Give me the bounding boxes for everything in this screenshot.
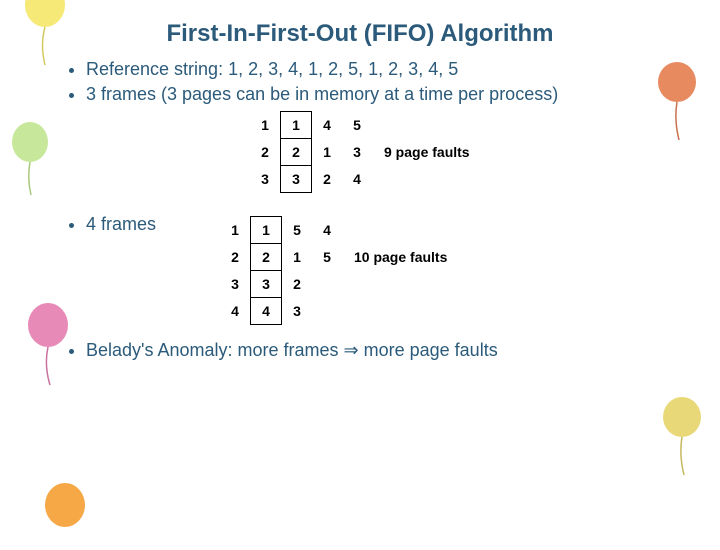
cell: 2 bbox=[251, 243, 282, 270]
page-faults-label: 10 page faults bbox=[342, 243, 448, 270]
cell: 2 bbox=[220, 243, 251, 270]
cell: 5 bbox=[342, 112, 372, 139]
cell: 2 bbox=[250, 139, 281, 166]
cell: 4 bbox=[220, 297, 251, 324]
bullet-reference-string: Reference string: 1, 2, 3, 4, 1, 2, 5, 1… bbox=[86, 58, 670, 81]
cell: 1 bbox=[251, 216, 282, 243]
slide-title: First-In-First-Out (FIFO) Algorithm bbox=[50, 20, 670, 48]
cell: 5 bbox=[282, 216, 313, 243]
cell: 4 bbox=[251, 297, 282, 324]
bullet-belady-anomaly: Belady's Anomaly: more frames ⇒ more pag… bbox=[86, 339, 670, 362]
cell: 3 bbox=[251, 270, 282, 297]
cell: 3 bbox=[282, 297, 313, 324]
cell: 1 bbox=[312, 139, 343, 166]
cell: 4 bbox=[312, 216, 342, 243]
cell: 3 bbox=[281, 166, 312, 193]
bullet-list: 4 frames bbox=[70, 213, 156, 238]
bullet-list: Reference string: 1, 2, 3, 4, 1, 2, 5, 1… bbox=[70, 58, 670, 105]
cell: 2 bbox=[312, 166, 343, 193]
cell bbox=[312, 297, 342, 324]
cell: 3 bbox=[342, 139, 372, 166]
cell: 2 bbox=[282, 270, 313, 297]
page-faults-label: 9 page faults bbox=[372, 139, 471, 166]
bullet-3-frames: 3 frames (3 pages can be in memory at a … bbox=[86, 83, 670, 106]
cell: 1 bbox=[220, 216, 251, 243]
cell: 5 bbox=[312, 243, 342, 270]
cell: 1 bbox=[282, 243, 313, 270]
cell: 1 bbox=[250, 112, 281, 139]
cell: 2 bbox=[281, 139, 312, 166]
cell: 4 bbox=[312, 112, 343, 139]
table-3-frames: 1 1 4 5 2 2 1 3 9 page faults 3 3 2 4 bbox=[250, 111, 670, 193]
table-4-frames: 1 1 5 4 2 2 1 5 10 page faults 3 3 2 bbox=[220, 216, 670, 325]
slide-content: First-In-First-Out (FIFO) Algorithm Refe… bbox=[0, 0, 720, 375]
cell: 4 bbox=[342, 166, 372, 193]
cell: 3 bbox=[220, 270, 251, 297]
cell bbox=[312, 270, 342, 297]
cell: 3 bbox=[250, 166, 281, 193]
bullet-4-frames: 4 frames bbox=[86, 213, 156, 236]
balloon-decoration bbox=[655, 395, 710, 480]
cell: 1 bbox=[281, 112, 312, 139]
bullet-list: Belady's Anomaly: more frames ⇒ more pag… bbox=[70, 339, 670, 362]
